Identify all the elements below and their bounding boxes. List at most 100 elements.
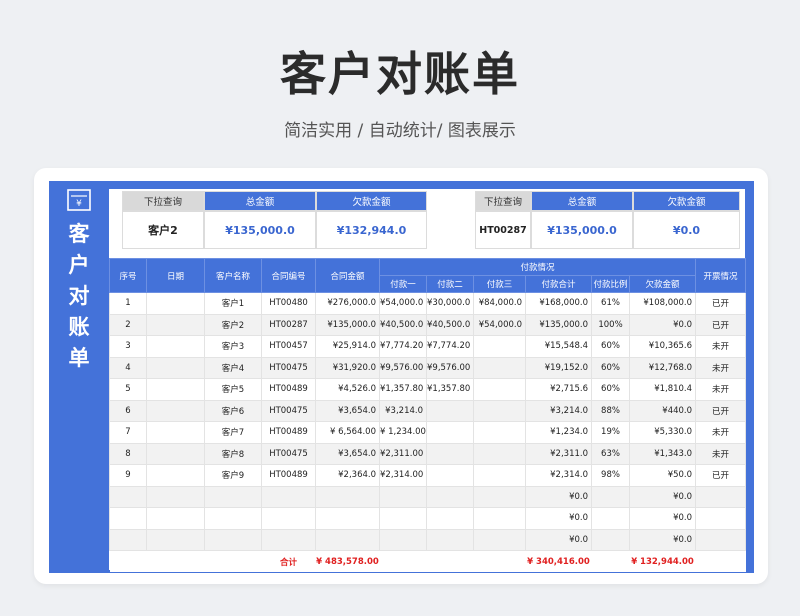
table-row[interactable]: 7 客户7 HT00489 ¥ 6,564.00 ¥ 1,234.00 ¥1,234.0 1… [109,421,747,444]
table-cell[interactable]: ¥ 6,564.00 [315,421,380,444]
table-cell[interactable]: HT00475 [261,399,316,422]
table-cell[interactable]: ¥2,314.00 [379,464,427,487]
table-cell[interactable]: ¥1,357.80 [379,378,427,401]
table-cell[interactable]: HT00489 [261,378,316,401]
table-cell[interactable]: 6 [109,399,147,422]
table-cell[interactable]: 7 [109,421,147,444]
table-cell[interactable]: ¥0.0 [628,507,697,530]
table-cell[interactable]: 未开 [695,421,747,444]
table-cell[interactable]: 未开 [695,442,747,465]
table-row[interactable]: 3 客户3 HT00457 ¥25,914.0 ¥7,774.20 ¥7,774.20 ¥1… [109,335,747,358]
table-cell[interactable] [473,335,526,358]
table-cell[interactable] [379,485,427,508]
table-cell[interactable] [473,378,526,401]
table-row[interactable]: 2 客户2 HT00287 ¥135,000.0 ¥40,500.0 ¥40,500.0 ¥… [109,313,747,336]
table-cell[interactable]: ¥2,364.0 [315,464,380,487]
table-cell[interactable] [426,421,474,444]
table-cell[interactable]: ¥7,774.20 [379,335,427,358]
table-cell[interactable] [109,485,147,508]
table-cell[interactable]: ¥3,214.0 [379,399,427,422]
table-cell[interactable]: 已开 [695,464,747,487]
table-cell[interactable] [204,485,262,508]
table-cell[interactable]: ¥1,810.4 [628,378,697,401]
table-cell[interactable] [204,507,262,530]
table-cell[interactable]: ¥0.0 [525,485,592,508]
table-cell[interactable]: 客户2 [204,313,262,336]
table-cell[interactable]: 5 [109,378,147,401]
table-cell[interactable]: ¥0.0 [628,313,697,336]
table-cell[interactable] [146,421,205,444]
table-cell[interactable]: ¥2,311.0 [525,442,592,465]
table-cell[interactable]: ¥30,000.0 [426,292,474,315]
table-cell[interactable]: HT00475 [261,442,316,465]
table-cell[interactable]: ¥84,000.0 [473,292,526,315]
table-cell[interactable]: 客户3 [204,335,262,358]
table-cell[interactable] [315,528,380,551]
table-row[interactable]: 1 客户1 HT00480 ¥276,000.0 ¥54,000.0 ¥30,000.0 ¥… [109,292,747,315]
table-cell[interactable] [315,485,380,508]
table-cell[interactable]: 1 [109,292,147,315]
table-cell[interactable]: ¥12,768.0 [628,356,697,379]
table-cell[interactable]: 客户4 [204,356,262,379]
table-cell[interactable] [473,442,526,465]
table-cell[interactable]: ¥7,774.20 [426,335,474,358]
table-cell[interactable] [146,528,205,551]
table-cell[interactable]: 9 [109,464,147,487]
table-cell[interactable]: ¥276,000.0 [315,292,380,315]
table-cell[interactable] [146,507,205,530]
table-cell[interactable]: ¥31,920.0 [315,356,380,379]
table-cell[interactable]: 未开 [695,335,747,358]
table-cell[interactable]: ¥2,715.6 [525,378,592,401]
table-cell[interactable]: ¥1,343.0 [628,442,697,465]
table-cell[interactable]: 客户5 [204,378,262,401]
table-cell[interactable] [695,485,747,508]
table-cell[interactable]: 已开 [695,313,747,336]
table-cell[interactable] [473,399,526,422]
table-cell[interactable]: HT00489 [261,421,316,444]
table-row[interactable]: 4 客户4 HT00475 ¥31,920.0 ¥9,576.00 ¥9,576.00 ¥1… [109,356,747,379]
table-cell[interactable] [591,485,630,508]
table-cell[interactable] [591,507,630,530]
contract-select[interactable]: HT00287 [475,211,531,249]
table-row[interactable]: 6 客户6 HT00475 ¥3,654.0 ¥3,214.0 ¥3,214.0 88% ¥4… [109,399,747,422]
table-cell[interactable]: 3 [109,335,147,358]
table-cell[interactable]: ¥0.0 [525,528,592,551]
table-cell[interactable]: 客户8 [204,442,262,465]
table-cell[interactable]: HT00480 [261,292,316,315]
table-cell[interactable]: ¥2,311.00 [379,442,427,465]
table-cell[interactable]: ¥440.0 [628,399,697,422]
table-cell[interactable] [109,528,147,551]
table-cell[interactable] [146,335,205,358]
table-cell[interactable]: 客户1 [204,292,262,315]
table-cell[interactable] [261,485,316,508]
table-cell[interactable] [146,378,205,401]
table-cell[interactable] [695,528,747,551]
table-cell[interactable] [473,528,526,551]
table-cell[interactable] [473,507,526,530]
table-cell[interactable]: ¥2,314.0 [525,464,592,487]
table-cell[interactable]: ¥0.0 [525,507,592,530]
table-cell[interactable]: 已开 [695,399,747,422]
table-cell[interactable]: ¥54,000.0 [379,292,427,315]
table-cell[interactable] [379,507,427,530]
table-cell[interactable]: ¥4,526.0 [315,378,380,401]
table-cell[interactable] [146,313,205,336]
table-cell[interactable]: ¥54,000.0 [473,313,526,336]
table-cell[interactable]: 客户6 [204,399,262,422]
table-cell[interactable]: ¥15,548.4 [525,335,592,358]
table-cell[interactable]: 19% [591,421,630,444]
table-cell[interactable]: 88% [591,399,630,422]
table-cell[interactable]: ¥135,000.0 [315,313,380,336]
table-cell[interactable] [146,292,205,315]
table-cell[interactable]: ¥3,214.0 [525,399,592,422]
table-cell[interactable]: 60% [591,335,630,358]
table-row[interactable]: 9 客户9 HT00489 ¥2,364.0 ¥2,314.00 ¥2,314.0 98% ¥… [109,464,747,487]
table-cell[interactable] [426,399,474,422]
table-cell[interactable] [146,442,205,465]
table-row[interactable]: ¥0.0 ¥0.0 [109,528,747,551]
table-cell[interactable]: ¥1,357.80 [426,378,474,401]
table-cell[interactable]: ¥108,000.0 [628,292,697,315]
table-cell[interactable]: ¥168,000.0 [525,292,592,315]
table-cell[interactable]: 未开 [695,378,747,401]
table-cell[interactable]: 未开 [695,356,747,379]
